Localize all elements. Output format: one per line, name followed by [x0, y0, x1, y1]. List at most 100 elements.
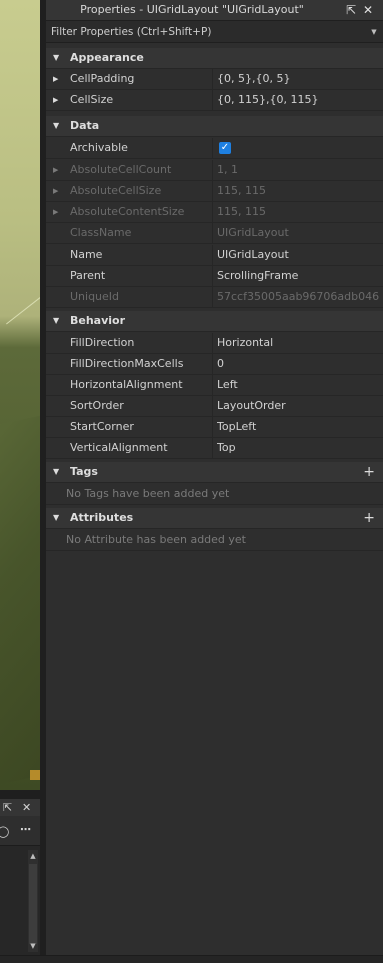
left-panel-titlebar: ⇱ ✕	[0, 799, 40, 816]
section-label: Data	[70, 119, 100, 132]
property-row-startcorner[interactable]: StartCorner TopLeft	[46, 417, 383, 438]
left-splitter[interactable]	[0, 790, 40, 799]
property-name: Parent	[70, 269, 106, 282]
property-row-verticalalignment[interactable]: VerticalAlignment Top	[46, 438, 383, 459]
property-name: VerticalAlignment	[70, 441, 168, 454]
properties-title: Properties - UIGridLayout "UIGridLayout"	[80, 3, 304, 16]
expand-arrow-icon[interactable]: ▶	[53, 96, 58, 104]
property-row-filldirectionmaxcells[interactable]: FillDirectionMaxCells 0	[46, 354, 383, 375]
property-name: ClassName	[70, 226, 132, 239]
property-value: UIGridLayout	[217, 226, 289, 239]
property-row-absolutecellsize[interactable]: ▶ AbsoluteCellSize 115, 115	[46, 181, 383, 202]
expand-arrow-icon[interactable]: ▶	[53, 208, 58, 216]
close-icon[interactable]: ✕	[22, 802, 31, 813]
property-row-name[interactable]: Name UIGridLayout	[46, 245, 383, 266]
tags-empty-text: No Tags have been added yet	[66, 487, 230, 500]
property-name: CellPadding	[70, 72, 135, 85]
section-label: Appearance	[70, 51, 144, 64]
property-row-uniqueid[interactable]: UniqueId 57ccf35005aab96706adb046...	[46, 287, 383, 308]
section-attributes[interactable]: ▼ Attributes +	[46, 508, 383, 529]
property-name: Name	[70, 248, 103, 261]
property-value: 1, 1	[217, 163, 238, 176]
properties-titlebar: Properties - UIGridLayout "UIGridLayout"…	[46, 0, 383, 21]
archivable-checkbox[interactable]: ✓	[219, 142, 231, 154]
collapse-arrow-icon[interactable]: ▼	[53, 54, 59, 62]
property-value[interactable]: UIGridLayout	[217, 245, 380, 265]
property-row-filldirection[interactable]: FillDirection Horizontal	[46, 333, 383, 354]
section-label: Tags	[70, 465, 98, 478]
property-name: FillDirection	[70, 336, 135, 349]
property-name: FillDirectionMaxCells	[70, 357, 184, 370]
property-name: AbsoluteCellCount	[70, 163, 172, 176]
toolbar-icon[interactable]: ◯	[0, 826, 9, 837]
undock-icon[interactable]: ⇱	[344, 3, 358, 17]
section-tags[interactable]: ▼ Tags +	[46, 462, 383, 483]
expand-arrow-icon[interactable]: ▶	[53, 166, 58, 174]
property-value: 115, 115	[217, 205, 266, 218]
property-value[interactable]: TopLeft	[217, 417, 380, 437]
tags-empty-row: No Tags have been added yet	[46, 484, 383, 505]
property-value[interactable]: {0, 5},{0, 5}	[217, 69, 380, 89]
property-value[interactable]: ScrollingFrame	[217, 266, 380, 286]
left-panel-scrollbar[interactable]: ▲ ▼	[28, 850, 38, 952]
section-behavior[interactable]: ▼ Behavior	[46, 311, 383, 332]
property-value[interactable]: {0, 115},{0, 115}	[217, 90, 380, 110]
expand-arrow-icon[interactable]: ▶	[53, 75, 58, 83]
left-panel-toolbar: ◯ ⋯	[0, 821, 40, 841]
viewport-guide-line	[6, 286, 40, 325]
filter-bar: ▼	[46, 21, 383, 43]
section-label: Attributes	[70, 511, 134, 524]
property-row-horizontalalignment[interactable]: HorizontalAlignment Left	[46, 375, 383, 396]
filter-properties-input[interactable]	[46, 21, 361, 42]
property-value: 115, 115	[217, 184, 266, 197]
plus-icon[interactable]: +	[363, 462, 375, 482]
expand-arrow-icon[interactable]: ▶	[53, 187, 58, 195]
collapse-arrow-icon[interactable]: ▼	[53, 122, 59, 130]
left-lower-panel: ⇱ ✕ ◯ ⋯ ▲ ▼	[0, 799, 40, 963]
property-name: AbsoluteCellSize	[70, 184, 162, 197]
viewport-object	[30, 770, 40, 780]
property-row-cellsize[interactable]: ▶ CellSize {0, 115},{0, 115}	[46, 90, 383, 111]
more-icon[interactable]: ⋯	[20, 824, 31, 835]
property-row-archivable[interactable]: Archivable ✓	[46, 138, 383, 159]
property-name: AbsoluteContentSize	[70, 205, 185, 218]
scroll-up-icon[interactable]: ▲	[29, 852, 37, 860]
property-row-cellpadding[interactable]: ▶ CellPadding {0, 5},{0, 5}	[46, 69, 383, 90]
property-value[interactable]: LayoutOrder	[217, 396, 380, 416]
attributes-empty-row: No Attribute has been added yet	[46, 530, 383, 551]
bottom-status-strip	[0, 955, 383, 963]
scrollbar-thumb[interactable]	[29, 864, 37, 944]
property-name: StartCorner	[70, 420, 134, 433]
undock-icon[interactable]: ⇱	[3, 802, 12, 813]
property-row-parent[interactable]: Parent ScrollingFrame	[46, 266, 383, 287]
properties-panel: Properties - UIGridLayout "UIGridLayout"…	[46, 0, 383, 955]
property-name: SortOrder	[70, 399, 124, 412]
property-value[interactable]: Horizontal	[217, 333, 380, 353]
close-icon[interactable]: ✕	[361, 3, 375, 17]
section-appearance[interactable]: ▼ Appearance	[46, 48, 383, 69]
chevron-down-icon[interactable]: ▼	[369, 27, 379, 37]
property-name: HorizontalAlignment	[70, 378, 183, 391]
section-data[interactable]: ▼ Data	[46, 116, 383, 137]
property-name: UniqueId	[70, 290, 120, 303]
property-value[interactable]: 0	[217, 354, 380, 374]
left-panel-list[interactable]: ▲ ▼	[0, 845, 40, 963]
property-value: 57ccf35005aab96706adb046...	[217, 290, 380, 303]
scroll-down-icon[interactable]: ▼	[29, 942, 37, 950]
viewport-3d[interactable]	[0, 0, 40, 790]
collapse-arrow-icon[interactable]: ▼	[53, 514, 59, 522]
viewport-terrain	[0, 413, 40, 787]
property-row-absolutecellcount[interactable]: ▶ AbsoluteCellCount 1, 1	[46, 160, 383, 181]
attributes-empty-text: No Attribute has been added yet	[66, 533, 246, 546]
property-value[interactable]: Left	[217, 375, 380, 395]
collapse-arrow-icon[interactable]: ▼	[53, 317, 59, 325]
section-label: Behavior	[70, 314, 126, 327]
plus-icon[interactable]: +	[363, 508, 375, 528]
property-row-absolutecontentsize[interactable]: ▶ AbsoluteContentSize 115, 115	[46, 202, 383, 223]
collapse-arrow-icon[interactable]: ▼	[53, 468, 59, 476]
property-row-sortorder[interactable]: SortOrder LayoutOrder	[46, 396, 383, 417]
checkmark-icon: ✓	[220, 142, 230, 153]
property-name: CellSize	[70, 93, 114, 106]
property-value[interactable]: Top	[217, 438, 380, 458]
property-row-classname[interactable]: ClassName UIGridLayout	[46, 223, 383, 244]
